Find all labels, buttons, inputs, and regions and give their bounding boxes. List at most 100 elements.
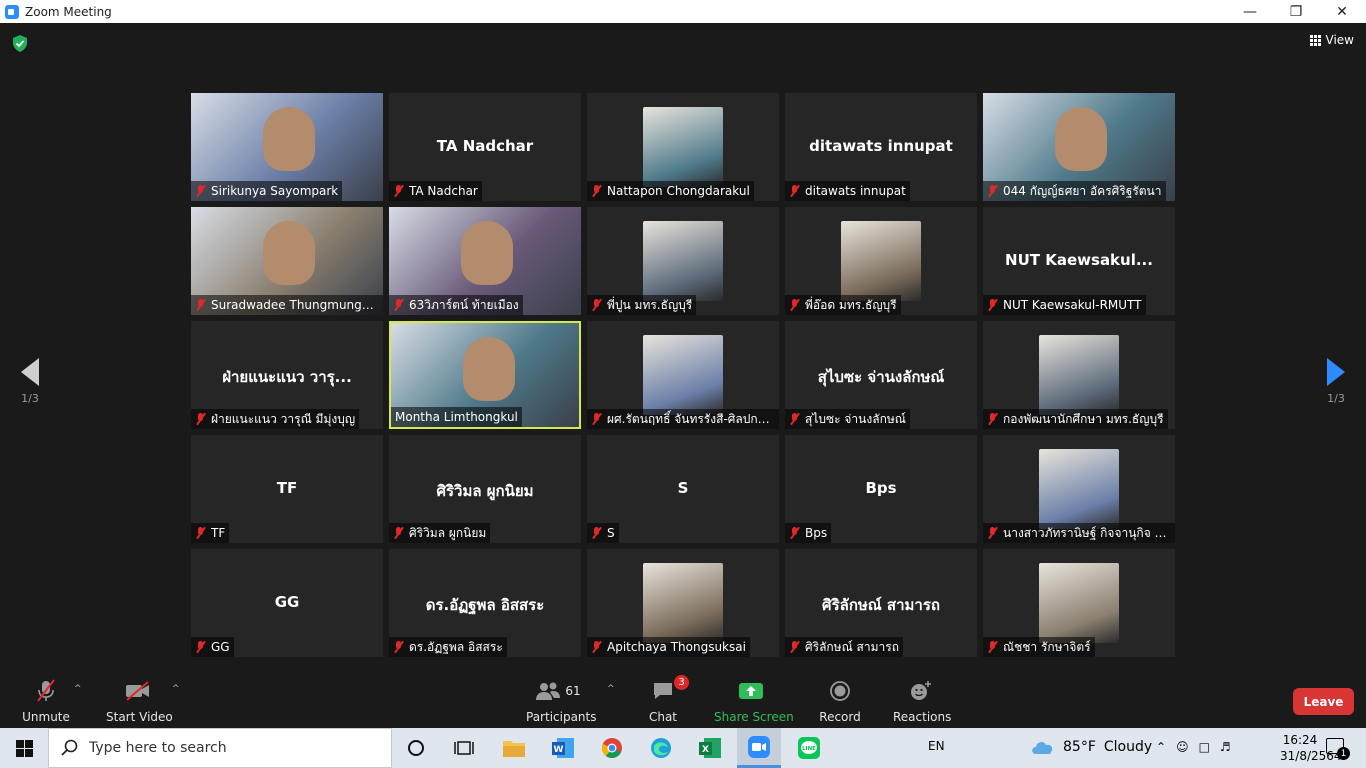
grid-view-icon — [1309, 34, 1321, 46]
participant-name-label: Sirikunya Sayompark — [191, 181, 343, 201]
input-language[interactable]: EN — [928, 739, 945, 753]
video-off-icon — [126, 681, 149, 701]
volume-icon[interactable]: ♬ — [1220, 740, 1231, 754]
mic-muted-icon — [987, 185, 998, 197]
participant-tile[interactable]: พี่ปูน มทร.ธัญบุรี — [587, 207, 779, 315]
participant-tile[interactable]: Nattapon Chongdarakul — [587, 93, 779, 201]
participant-tile[interactable]: ผศ.รัตนฤทธิ์ จันทรรังสี-ศิลปกรร... — [587, 321, 779, 429]
participant-tile[interactable]: NUT Kaewsakul... NUT Kaewsakul-RMUTT — [983, 207, 1175, 315]
participant-tile[interactable]: GG GG — [191, 549, 383, 657]
mic-muted-icon — [591, 641, 602, 653]
share-screen-label: Share Screen — [714, 710, 794, 724]
start-button[interactable] — [0, 728, 48, 768]
participant-tile[interactable]: นางสาวภัทรานิษฐ์ กิจจานุกิจ โร... — [983, 435, 1175, 543]
task-view-icon[interactable] — [450, 734, 478, 762]
participant-tile[interactable]: 044 กัญญ์ธศยา อัครศิริฐรัตนา — [983, 93, 1175, 201]
participant-name-label: Suradwadee Thungmungm... — [191, 295, 383, 315]
participant-tile[interactable]: SS — [587, 435, 779, 543]
reactions-smiley-icon — [911, 681, 931, 700]
unmute-button[interactable]: Unmute — [22, 678, 70, 724]
cortana-icon[interactable] — [402, 734, 430, 762]
excel-icon[interactable]: X — [696, 734, 724, 762]
participant-face — [263, 107, 315, 171]
participant-tile[interactable]: Montha Limthongkul — [389, 321, 581, 429]
mic-muted-icon — [789, 299, 800, 311]
view-button[interactable]: View — [1309, 33, 1354, 47]
participant-name-label: TF — [191, 523, 230, 543]
previous-page-button[interactable]: 1/3 — [12, 358, 48, 405]
participant-name: กองพัฒนานักศึกษา มทร.ธัญบุรี — [1003, 411, 1164, 426]
record-button[interactable]: Record — [818, 678, 862, 724]
system-clock[interactable]: 16:24 31/8/2564 — [1280, 732, 1342, 764]
participant-tile[interactable]: ฝ่ายแนะแนว วารุ... ฝ่ายแนะแนว วารุณี มีมุ… — [191, 321, 383, 429]
participants-count: 61 — [565, 684, 581, 698]
reactions-button[interactable]: Reactions — [893, 678, 951, 724]
video-options-caret-icon[interactable]: ^ — [172, 684, 180, 694]
participant-name-label: ผศ.รัตนฤทธิ์ จันทรรังสี-ศิลปกรร... — [587, 409, 779, 429]
participant-tile[interactable]: Sirikunya Sayompark — [191, 93, 383, 201]
mic-muted-icon — [195, 641, 206, 653]
participants-button[interactable]: 61 Participants — [526, 678, 597, 724]
weather-temp: 85°F — [1063, 739, 1096, 755]
mic-muted-icon — [789, 413, 800, 425]
word-icon[interactable]: W — [549, 734, 577, 762]
page-indicator-right: 1/3 — [1327, 392, 1345, 405]
tray-person-icon[interactable]: ☺ — [1176, 740, 1189, 754]
mic-muted-icon — [789, 641, 800, 653]
chat-button[interactable]: 3 Chat — [645, 675, 689, 724]
next-page-button[interactable]: 1/3 — [1318, 358, 1354, 405]
search-icon — [61, 739, 78, 756]
start-video-button[interactable]: Start Video — [106, 678, 173, 724]
svg-text:X: X — [702, 745, 709, 755]
leave-button[interactable]: Leave — [1293, 688, 1354, 715]
participant-tile[interactable]: ณัชชา รักษาจิตร์ — [983, 549, 1175, 657]
participant-avatar — [841, 221, 921, 301]
participant-tile[interactable]: 63วิภาร์ตน์ ท้ายเมือง — [389, 207, 581, 315]
maximize-button[interactable]: ❐ — [1273, 0, 1319, 23]
participant-name-label: พี่ปูน มทร.ธัญบุรี — [587, 295, 697, 315]
zoom-taskbar-icon[interactable] — [737, 728, 781, 768]
share-screen-icon — [739, 683, 763, 699]
page-indicator-left: 1/3 — [21, 392, 39, 405]
windows-logo-icon — [15, 739, 33, 757]
edge-icon[interactable] — [647, 734, 675, 762]
participant-tile[interactable]: ดร.อัฏฐพล อิสสระ ดร.อัฏฐพล อิสสระ — [389, 549, 581, 657]
line-app-icon[interactable]: LINE — [795, 734, 823, 762]
taskbar-search-input[interactable]: Type here to search — [48, 728, 392, 768]
weather-widget[interactable]: 85°F Cloudy — [1030, 738, 1152, 756]
file-explorer-icon[interactable] — [500, 734, 528, 762]
mic-muted-icon — [987, 527, 998, 539]
security-shield-icon[interactable] — [12, 35, 28, 52]
participant-name: 63วิภาร์ตน์ ท้ายเมือง — [409, 297, 519, 312]
participant-tile[interactable]: ศิริลักษณ์ สามารถ ศิริลักษณ์ สามารถ — [785, 549, 977, 657]
participant-tile[interactable]: Suradwadee Thungmungm... — [191, 207, 383, 315]
participant-name: GG — [211, 640, 230, 654]
participant-tile[interactable]: ditawats innupat ditawats innupat — [785, 93, 977, 201]
network-icon[interactable]: □ — [1199, 740, 1210, 754]
share-screen-button[interactable]: Share Screen — [714, 678, 794, 724]
participant-name: TF — [211, 526, 226, 540]
participant-tile[interactable]: ศิริวิมล ผูกนิยม ศิริวิมล ผูกนิยม — [389, 435, 581, 543]
minimize-button[interactable]: — — [1227, 0, 1273, 23]
participant-tile[interactable]: Bps Bps — [785, 435, 977, 543]
clock-time: 16:24 — [1282, 733, 1318, 747]
close-button[interactable]: ✕ — [1319, 0, 1365, 23]
tray-expand-chevron-icon[interactable]: ⌃ — [1156, 740, 1166, 754]
participant-face — [461, 221, 513, 285]
participant-tile[interactable]: สุไบซะ จ่านงลักษณ์ สุไบซะ จ่านงลักษณ์ — [785, 321, 977, 429]
participant-name: ฝ่ายแนะแนว วารุณี มีมุ่งบุญ — [211, 411, 356, 426]
participant-name: TA Nadchar — [409, 184, 478, 198]
participant-name: พี่ปูน มทร.ธัญบุรี — [607, 297, 693, 312]
chrome-icon[interactable] — [598, 734, 626, 762]
mic-muted-icon — [987, 299, 998, 311]
participants-options-caret-icon[interactable]: ^ — [607, 684, 615, 694]
notification-center-icon[interactable]: 1 — [1326, 738, 1350, 760]
mic-muted-icon — [591, 413, 602, 425]
participant-tile[interactable]: Apitchaya Thongsuksai — [587, 549, 779, 657]
participant-tile[interactable]: พี่อ๊อด มทร.ธัญบุรี — [785, 207, 977, 315]
audio-options-caret-icon[interactable]: ^ — [74, 684, 82, 694]
participant-name-label: 63วิภาร์ตน์ ท้ายเมือง — [389, 295, 523, 315]
participant-tile[interactable]: TF TF — [191, 435, 383, 543]
participant-tile[interactable]: TA Nadchar TA Nadchar — [389, 93, 581, 201]
participant-tile[interactable]: กองพัฒนานักศึกษา มทร.ธัญบุรี — [983, 321, 1175, 429]
